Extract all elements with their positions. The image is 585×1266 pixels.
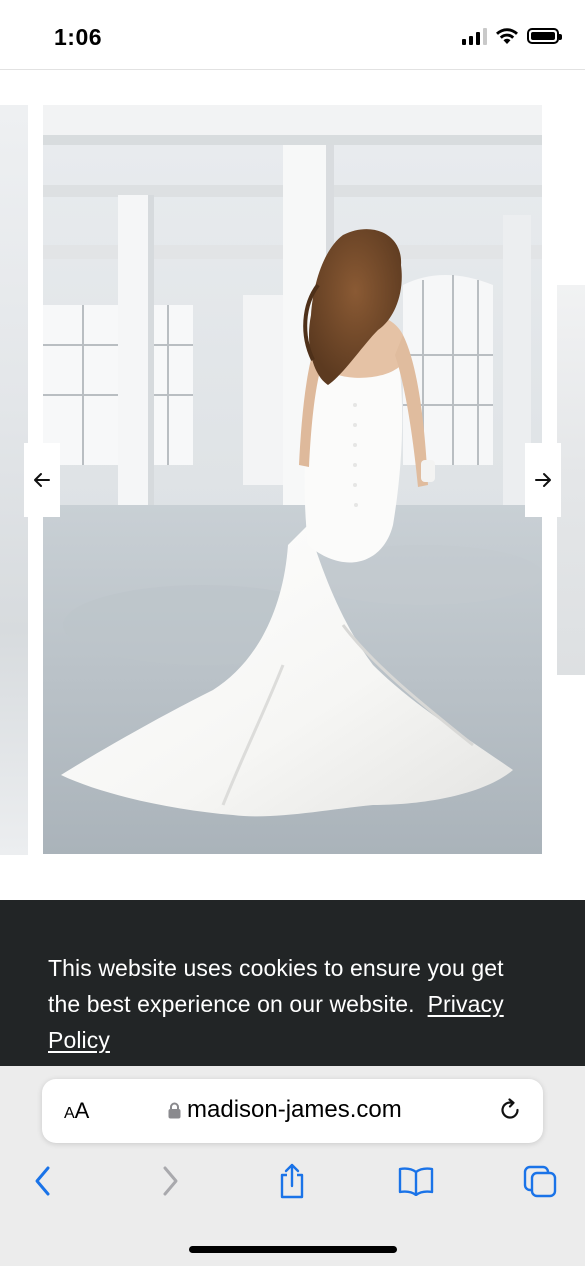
lock-icon	[168, 1102, 181, 1118]
browser-toolbar: AA madison-james.com	[0, 1066, 585, 1266]
reload-icon	[501, 1098, 519, 1119]
battery-icon	[527, 28, 562, 44]
home-indicator[interactable]	[189, 1246, 397, 1253]
wedding-dress-photo	[43, 105, 542, 854]
tabs-icon	[523, 1165, 557, 1198]
status-icons	[462, 27, 562, 45]
cellular-signal-icon	[462, 27, 487, 45]
chevron-left-icon	[35, 1166, 50, 1196]
share-icon	[280, 1163, 304, 1199]
carousel-prev-button[interactable]	[24, 443, 60, 517]
wifi-icon	[496, 28, 518, 44]
cookie-banner: This website uses cookies to ensure you …	[0, 900, 585, 1070]
tabs-button[interactable]	[520, 1161, 560, 1201]
arrow-left-icon	[34, 473, 50, 487]
url-text: madison-james.com	[187, 1096, 402, 1123]
next-slide-peek[interactable]	[557, 285, 585, 675]
address-bar[interactable]: AA madison-james.com	[42, 1079, 543, 1143]
arrow-right-icon	[535, 473, 551, 487]
text-size-button[interactable]: AA	[64, 1098, 89, 1124]
forward-button[interactable]	[150, 1161, 190, 1201]
reload-button[interactable]	[497, 1097, 523, 1128]
book-icon	[398, 1167, 434, 1196]
url-display[interactable]: madison-james.com	[168, 1096, 402, 1124]
status-bar: 1:06	[0, 0, 585, 70]
carousel-next-button[interactable]	[525, 443, 561, 517]
back-button[interactable]	[23, 1161, 63, 1201]
status-time: 1:06	[54, 24, 103, 50]
chevron-right-icon	[163, 1166, 178, 1196]
image-carousel[interactable]	[0, 70, 585, 900]
cookie-message-paragraph: This website uses cookies to ensure you …	[48, 950, 537, 1058]
bookmarks-button[interactable]	[396, 1161, 436, 1201]
share-button[interactable]	[272, 1161, 312, 1201]
browser-nav-row	[0, 1161, 585, 1201]
